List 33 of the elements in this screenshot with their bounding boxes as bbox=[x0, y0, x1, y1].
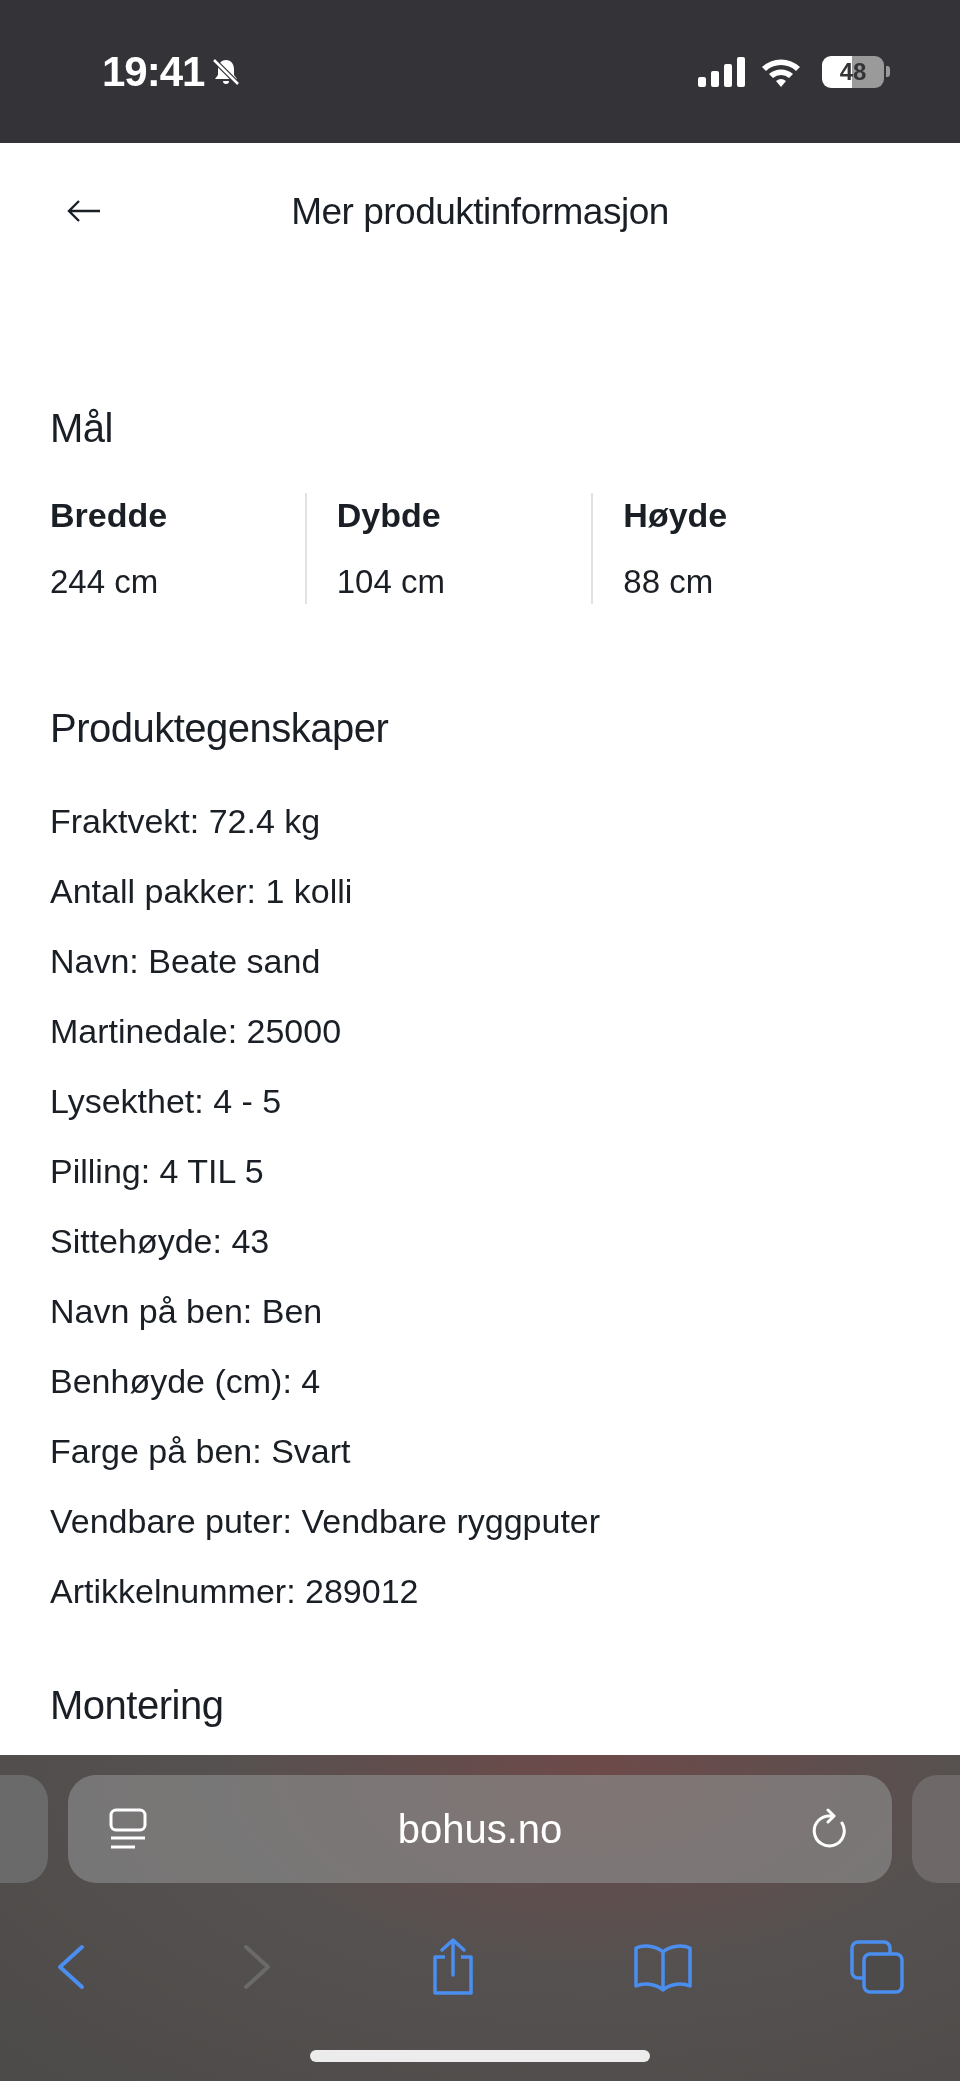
property-text: Antall pakker: 1 kolli bbox=[50, 871, 354, 912]
address-bar[interactable]: bohus.no bbox=[68, 1775, 892, 1883]
dimension-value: 104 cm bbox=[336, 562, 446, 602]
property-text: Navn på ben: Ben bbox=[50, 1291, 324, 1332]
dimension-label: Høyde bbox=[623, 495, 729, 536]
page-menu-icon[interactable] bbox=[108, 1807, 148, 1851]
property-text: Artikkelnummer: 289012 bbox=[50, 1571, 420, 1612]
property-text: Pilling: 4 TIL 5 bbox=[50, 1151, 265, 1192]
back-icon[interactable] bbox=[56, 1944, 86, 1990]
property-text: Martinedale: 25000 bbox=[50, 1011, 343, 1052]
section-heading: Mål bbox=[50, 405, 114, 452]
dimension-label: Dybde bbox=[336, 495, 442, 536]
property-text: Lysekthet: 4 - 5 bbox=[50, 1081, 283, 1122]
dimension-value: 244 cm bbox=[50, 562, 160, 602]
tab-preview[interactable] bbox=[912, 1775, 960, 1883]
property-text: Farge på ben: Svart bbox=[50, 1431, 352, 1472]
property-text: Navn: Beate sand bbox=[50, 941, 322, 982]
property-text: Sittehøyde: 43 bbox=[50, 1221, 271, 1262]
property-text: Fraktvekt: 72.4 kg bbox=[50, 801, 322, 842]
status-time: 19:41 bbox=[102, 47, 205, 96]
dimension-value: 88 cm bbox=[623, 562, 715, 602]
url-text: bohus.no bbox=[397, 1806, 563, 1852]
tabs-icon[interactable] bbox=[849, 1939, 905, 1995]
signal-icon bbox=[698, 56, 746, 87]
property-text: Vendbare puter: Vendbare ryggputer bbox=[50, 1501, 602, 1542]
dimension-label: Bredde bbox=[50, 495, 169, 536]
tab-preview[interactable] bbox=[0, 1775, 48, 1883]
page-title: Mer produktinformasjon bbox=[291, 190, 669, 233]
book-icon[interactable] bbox=[632, 1942, 693, 1992]
section-heading: Montering bbox=[50, 1682, 225, 1729]
section-heading: Produktegenskaper bbox=[50, 705, 390, 752]
back-arrow-icon[interactable] bbox=[66, 199, 102, 223]
property-text: Benhøyde (cm): 4 bbox=[50, 1361, 322, 1402]
